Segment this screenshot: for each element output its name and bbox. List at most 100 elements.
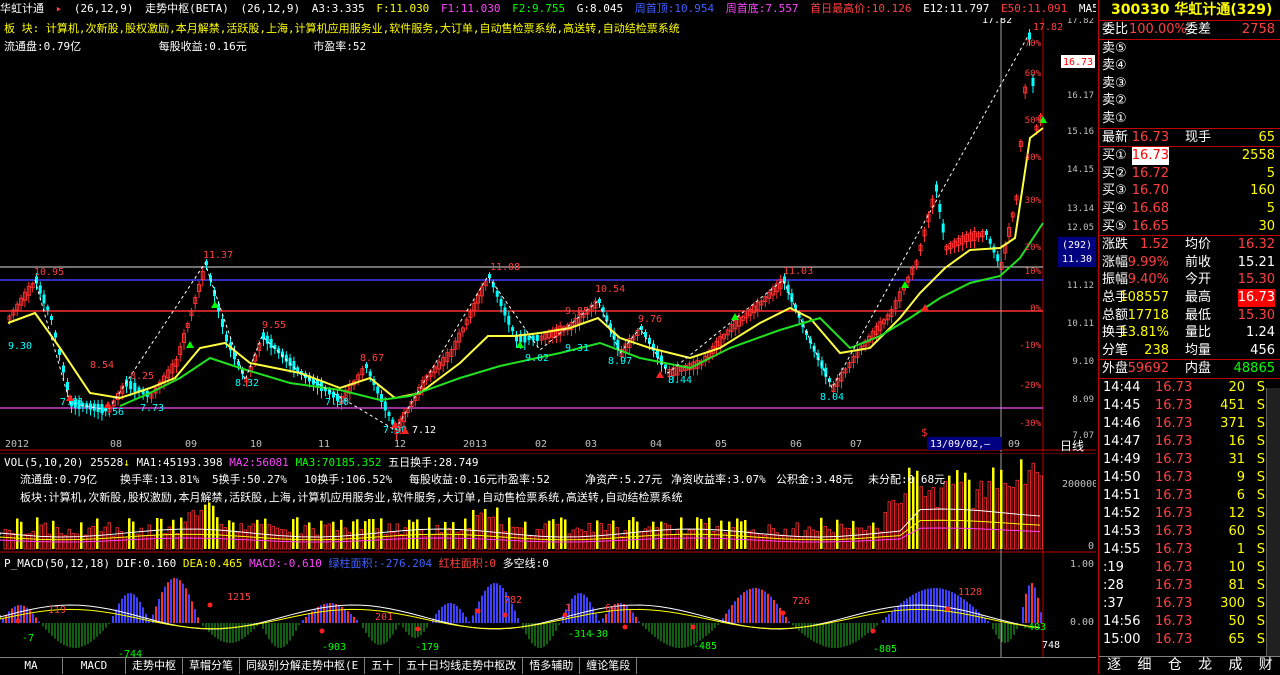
vol-fundamental: 未分配:0.68元 <box>868 473 946 486</box>
bid-price: 16.70 <box>1131 183 1169 199</box>
e50-value: E50:11.091 <box>1000 2 1068 15</box>
quote-tab-1[interactable]: 细 <box>1129 657 1159 674</box>
bid-book: 买① 16.73 2558 买② 16.72 5 买③ 16.70 160 买④ 16.68 5 买⑤ 1… <box>1099 147 1280 235</box>
stat-label: 总额 <box>1102 307 1129 323</box>
tick-direction: S <box>1256 451 1265 467</box>
x-axis-label: 11 <box>318 439 330 450</box>
tick-direction: S <box>1256 595 1265 611</box>
wc-label: 委差 <box>1185 22 1212 37</box>
x-axis-label: 09 <box>185 439 197 450</box>
indicator-tab[interactable]: 五十日均线走势中枢改 <box>400 658 524 674</box>
quote-panel: 300330 华虹计通(329) 委比 100.00% 委差 2758 卖⑤ 卖④… <box>1098 0 1280 674</box>
quote-tab-0[interactable]: 逐 <box>1099 657 1129 674</box>
bid-price: 16.65 <box>1131 218 1169 234</box>
vol-ma1: MA1:45193.398 <box>136 456 223 469</box>
tick-volume: 12 <box>1228 505 1245 521</box>
peak-label: 8.04 <box>820 392 844 403</box>
x-axis: 2012 08 09 10 11 12 2013 02 03 04 05 06 07 13/09/02,—… <box>5 437 1020 450</box>
header-params: (26,12,9) <box>73 2 134 15</box>
peak-label: 8.44 <box>668 375 692 386</box>
tick-time: 14:44 <box>1103 379 1141 395</box>
peak-label: 7.12 <box>412 425 436 436</box>
macd-label: -30 <box>590 629 608 640</box>
price-label: 11.12 <box>1067 281 1094 291</box>
tick-price: 16.73 <box>1155 469 1193 485</box>
peak-label: 8.25 <box>130 371 154 382</box>
quote-tab-4[interactable]: 成 <box>1220 657 1250 674</box>
stat-row: 总手 108557 最高 16.73 <box>1099 288 1280 307</box>
tick-time: 14:49 <box>1103 451 1141 467</box>
stat-value: 16.73 <box>1237 288 1275 307</box>
macd-label: 1215 <box>227 592 251 603</box>
tick-list[interactable]: 14:44 16.73 20 S 14:45 16.73 451 S 14:46 16.73 371… <box>1099 379 1280 649</box>
pct-label: -30% <box>1019 419 1041 429</box>
stock-name[interactable]: 华虹计通 <box>0 2 44 15</box>
peak-label: 9.76 <box>638 314 662 325</box>
quote-tab-2[interactable]: 仓 <box>1160 657 1190 674</box>
ask-label: 卖① <box>1102 110 1127 126</box>
ma5-value: MA5 <box>1078 2 1096 15</box>
indicator-tab[interactable]: 悟多辅助 <box>523 658 581 674</box>
indicator-tab[interactable]: 五十 <box>365 658 401 674</box>
quote-tab-5[interactable]: 财 <box>1251 657 1280 674</box>
stat-value: 15.30 <box>1237 307 1275 323</box>
tick-price: 16.73 <box>1155 559 1193 575</box>
bid-label: 买① <box>1102 148 1127 164</box>
price-label: 10.11 <box>1067 319 1094 329</box>
stat-value: 238 <box>1144 342 1169 358</box>
f1-value: F1:11.030 <box>440 2 501 15</box>
tick-price: 16.73 <box>1155 487 1193 503</box>
e12-value: E12:11.797 <box>923 2 990 15</box>
macd-dea: DEA:0.465 <box>182 557 243 570</box>
tick-price: 16.73 <box>1155 577 1193 593</box>
period-label[interactable]: 日线 <box>1060 439 1084 452</box>
stat-label: 涨幅 <box>1102 254 1129 270</box>
macd-label: 1128 <box>958 587 982 598</box>
bid-volume: 2558 <box>1241 148 1275 164</box>
tick-price: 16.73 <box>1155 541 1193 557</box>
tick-direction: S <box>1256 559 1265 575</box>
peak-label: 9.85 <box>565 306 589 317</box>
quote-code: 300330 <box>1111 2 1170 18</box>
indicator-tab[interactable]: MACD <box>63 658 126 674</box>
macd-label: -744 <box>118 649 142 657</box>
tick-scrollbar[interactable] <box>1266 388 1280 658</box>
pct-label: 30% <box>1025 196 1042 206</box>
bid-label: 买② <box>1102 165 1127 181</box>
indicator-tab[interactable]: MA <box>0 658 63 674</box>
tick-row: 14:50 16.73 9 S <box>1099 469 1280 487</box>
macd-label: 64 <box>605 603 617 614</box>
peak-label: 11.03 <box>783 266 813 277</box>
tick-row: 14:52 16.73 12 S <box>1099 505 1280 523</box>
macd-label: 201 <box>375 612 393 623</box>
tick-price: 16.73 <box>1155 433 1193 449</box>
vol-fundamental: 5换手:50.27% <box>212 473 287 486</box>
ask-row: 卖⑤ <box>1099 40 1280 58</box>
bid-row: 买④ 16.68 5 <box>1099 200 1280 218</box>
quote-tab-3[interactable]: 龙 <box>1190 657 1220 674</box>
indicator-params: (26,12,9) <box>240 2 301 15</box>
bid-price: 16.72 <box>1131 165 1169 181</box>
peak-label: 17.82 <box>1033 22 1063 33</box>
bid-row: 买③ 16.70 160 <box>1099 182 1280 200</box>
price-label: 16.17 <box>1067 91 1094 101</box>
outer-label: 外盘 <box>1102 361 1129 377</box>
macd-label: 782 <box>504 595 522 606</box>
tick-time: 14:50 <box>1103 469 1141 485</box>
peak-label: 8.32 <box>235 378 259 389</box>
vol-scale-top: 200000 <box>1062 479 1096 490</box>
indicator-header: 华虹计通 ▸ (26,12,9) 走势中枢(BETA) (26,12,9) A3… <box>0 0 1096 18</box>
indicator-tab[interactable]: 草帽分笔 <box>183 658 240 674</box>
indicator-tab[interactable]: 走势中枢 <box>126 658 183 674</box>
ask-row: 卖③ <box>1099 75 1280 93</box>
indicator-tab[interactable]: 缠论笔段 <box>580 658 638 674</box>
tick-direction: S <box>1256 433 1265 449</box>
indicator-tab[interactable]: 同级别分解走势中枢(E <box>240 658 366 674</box>
indicator-name[interactable]: 走势中枢(BETA) <box>145 2 229 15</box>
kline-chart[interactable]: 10.959.307.817.568.548.257.7311.378.329.… <box>0 18 1096 452</box>
tick-direction: S <box>1256 397 1265 413</box>
tick-price: 16.73 <box>1155 379 1193 395</box>
week-top-value: 周首顶:10.954 <box>634 2 715 15</box>
tick-time: 14:47 <box>1103 433 1141 449</box>
tick-time: :37 <box>1103 595 1124 611</box>
